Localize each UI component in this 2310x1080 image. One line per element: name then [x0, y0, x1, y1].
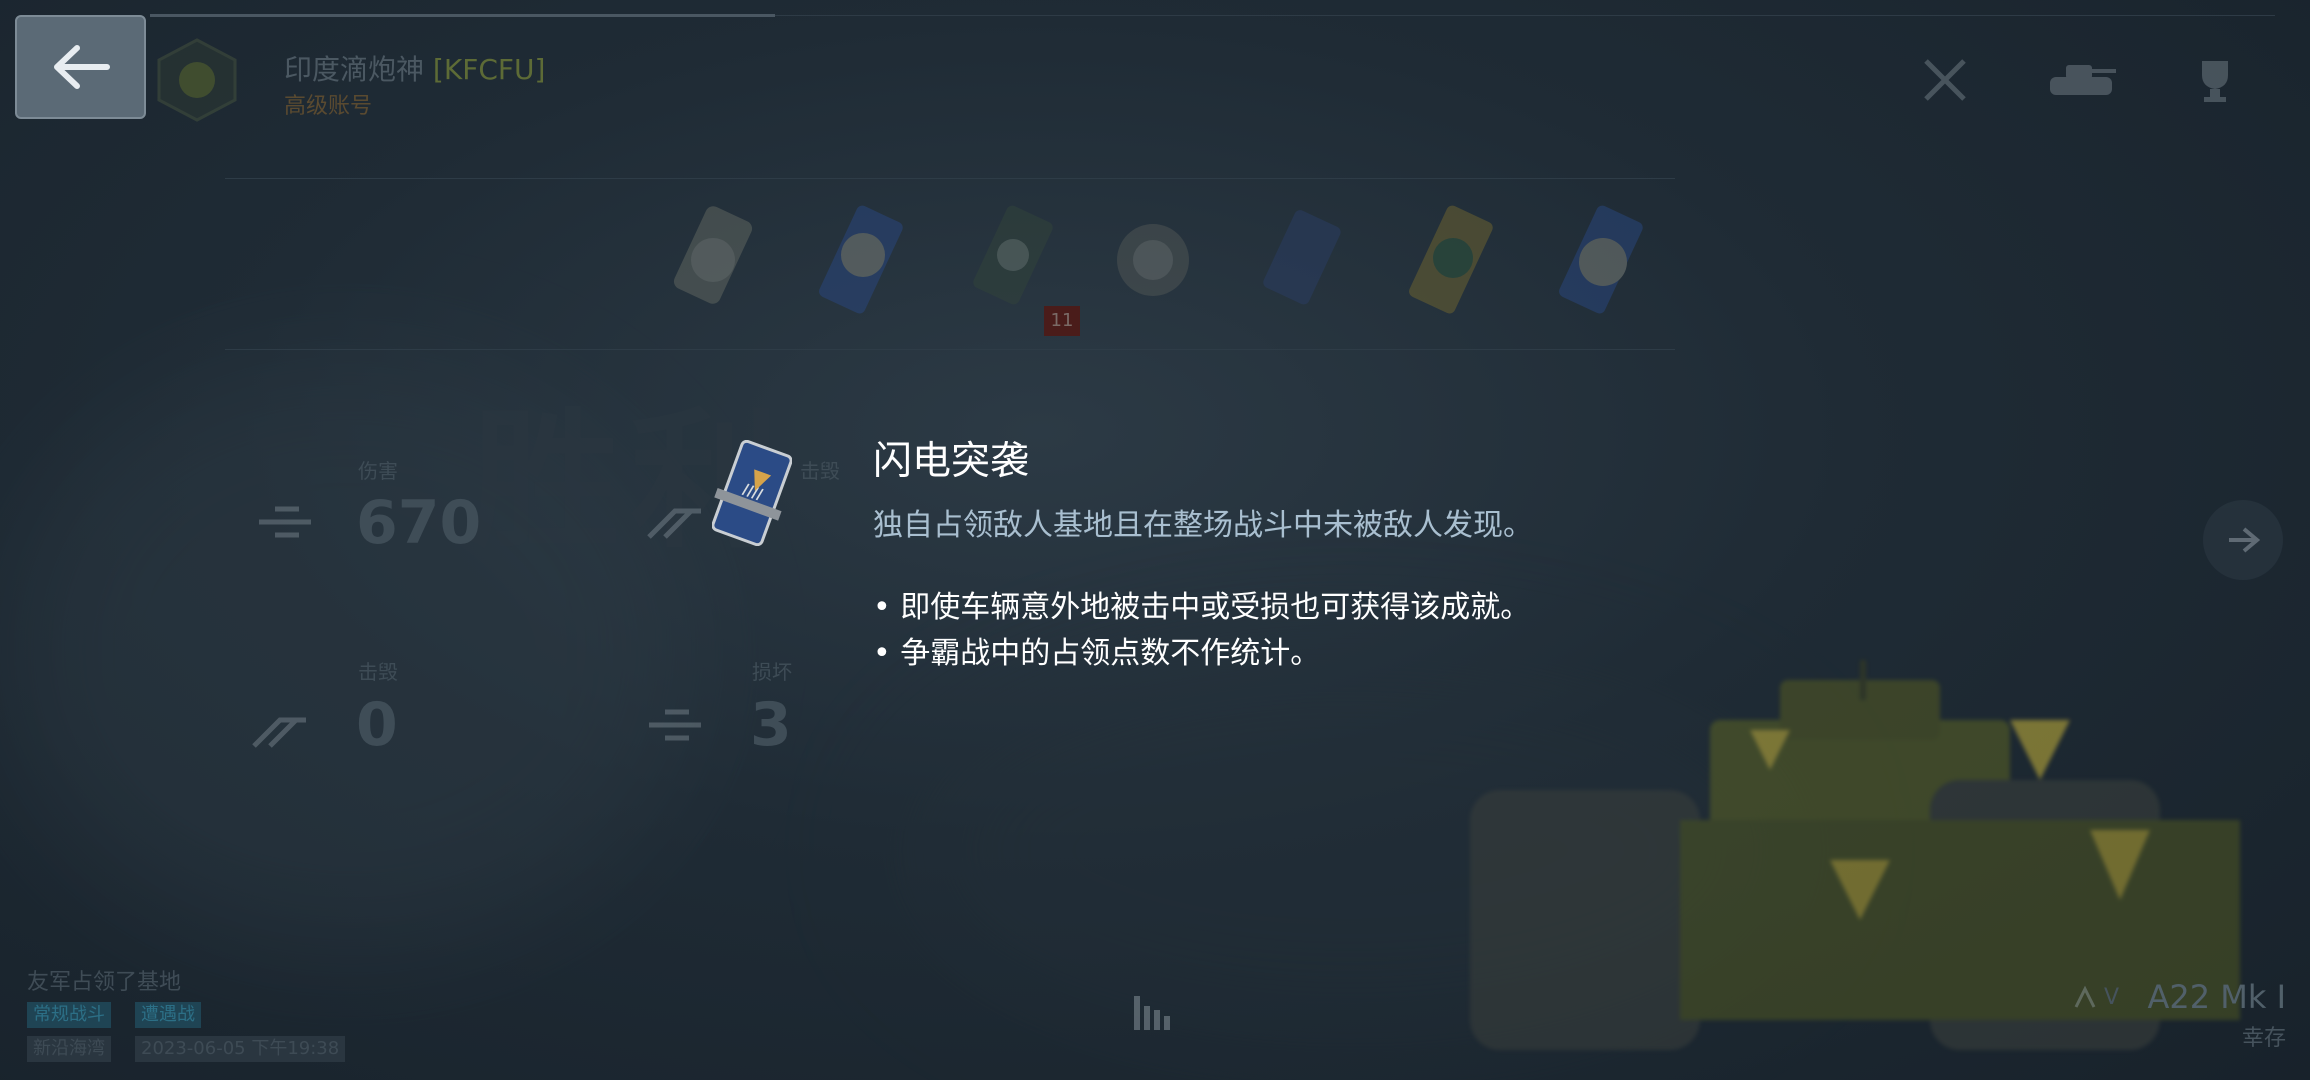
- vehicle-class-icon: [2074, 985, 2096, 1008]
- lightning-raid-medal-icon: IIII: [712, 440, 792, 546]
- tooltip-title: 闪电突袭: [873, 439, 1030, 484]
- medal-icon[interactable]: [968, 200, 1058, 320]
- kill-icon: [647, 508, 701, 539]
- crossed-swords-icon[interactable]: [1920, 55, 1970, 105]
- player-name: 印度滴炮神 [KFCFU]: [284, 48, 545, 88]
- medal-count-badge: 11: [1044, 306, 1080, 336]
- battle-result-text: 友军占领了基地: [27, 970, 182, 995]
- battle-mode-tag: 遭遇战: [135, 1002, 201, 1028]
- battle-type-tag: 常规战斗: [27, 1002, 111, 1028]
- medal-icon[interactable]: [1408, 200, 1498, 320]
- clan-tag: [KFCFU]: [432, 53, 546, 86]
- kills-value: 0: [356, 690, 398, 760]
- vehicle-name: A22 Mk I: [2147, 978, 2286, 1016]
- tooltip-description: 独自占领敌人基地且在整场战斗中未被敌人发现。: [873, 508, 1533, 543]
- medal-icon[interactable]: [818, 200, 908, 320]
- arrow-right-icon: [2229, 527, 2260, 553]
- vehicle-status: 幸存: [2241, 1026, 2286, 1051]
- medal-icon[interactable]: [668, 200, 758, 320]
- account-type: 高级账号: [284, 94, 373, 119]
- next-button[interactable]: [2203, 500, 2283, 580]
- kills-label: 击毁: [358, 660, 398, 684]
- medal-icon[interactable]: [1108, 200, 1198, 320]
- blocked-value: 3: [750, 690, 792, 760]
- trophy-icon[interactable]: [2190, 55, 2240, 105]
- medal-icon[interactable]: [1558, 200, 1648, 320]
- hits-label: 击毁: [800, 459, 840, 483]
- vehicle-tier: V: [2104, 985, 2120, 1010]
- blocked-label: 损坏: [752, 660, 792, 684]
- medal-icon[interactable]: [1258, 200, 1348, 320]
- damage-icon: [259, 506, 311, 538]
- damage-icon: [649, 709, 701, 741]
- battle-datetime: 2023-06-05 下午19:38: [135, 1036, 346, 1062]
- back-button[interactable]: [15, 15, 146, 119]
- arrow-left-icon: [53, 45, 110, 89]
- progress-track: [775, 15, 2275, 16]
- tooltip-bullet: • 争霸战中的占领点数不作统计。: [873, 636, 1321, 671]
- tank-icon[interactable]: [2040, 55, 2120, 105]
- bar-chart-icon[interactable]: [1130, 990, 1174, 1034]
- map-name-tag: 新沿海湾: [27, 1036, 111, 1062]
- tooltip-bullet: • 即使车辆意外地被击中或受损也可获得该成就。: [873, 590, 1531, 625]
- clan-emblem-icon: [157, 38, 237, 122]
- damage-value: 670: [356, 488, 482, 558]
- progress-bar: [150, 14, 775, 17]
- kill-icon: [252, 717, 306, 748]
- damage-label: 伤害: [358, 459, 398, 483]
- player-name-text: 印度滴炮神: [284, 53, 425, 86]
